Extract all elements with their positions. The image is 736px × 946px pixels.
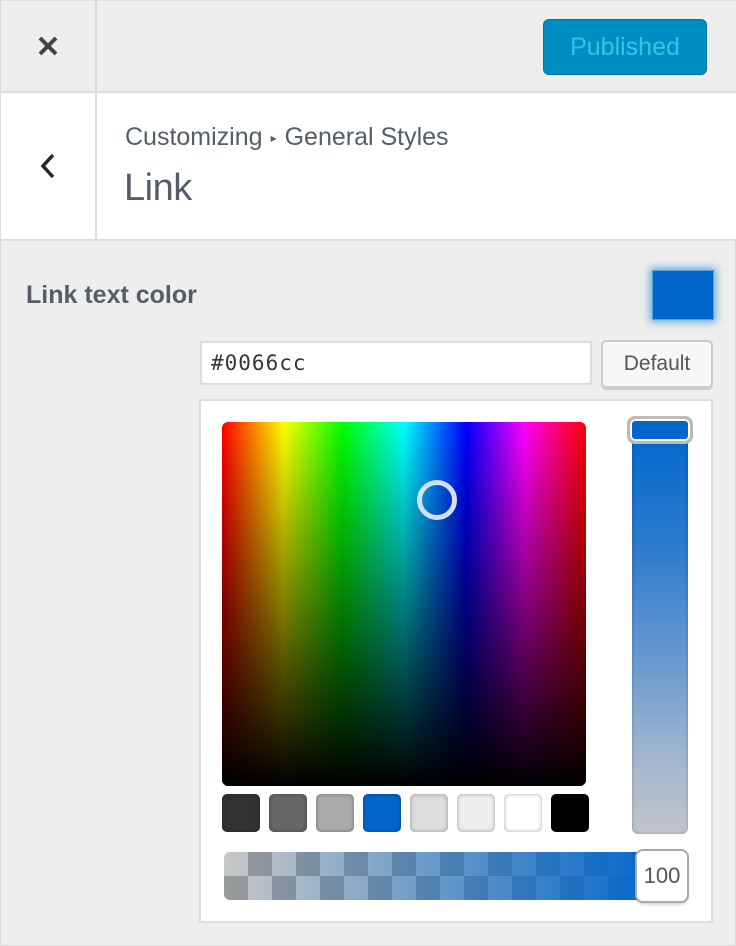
section-title: Link: [124, 167, 192, 209]
saturation-slider-handle[interactable]: [627, 416, 693, 444]
palette-swatch-white[interactable]: [504, 794, 542, 832]
color-spectrum-square[interactable]: [222, 422, 586, 786]
customizer-header: Published: [1, 1, 736, 93]
close-icon: [38, 36, 58, 56]
section-header: Customizing ▸ General Styles Link: [1, 93, 736, 241]
palette-swatch-blue[interactable]: [363, 794, 401, 832]
back-button[interactable]: [1, 93, 97, 239]
chevron-left-icon: [40, 153, 55, 179]
palette-swatch-lighter-gray[interactable]: [410, 794, 448, 832]
breadcrumb-parent: General Styles: [284, 123, 449, 151]
hex-color-input[interactable]: [200, 341, 592, 385]
color-picker-panel: 100: [199, 399, 713, 923]
color-palette: [222, 794, 589, 832]
palette-swatch-near-white[interactable]: [457, 794, 495, 832]
current-color-swatch[interactable]: [653, 271, 713, 319]
palette-swatch-dark-gray[interactable]: [222, 794, 260, 832]
default-button[interactable]: Default: [601, 340, 713, 388]
close-button[interactable]: [1, 1, 97, 91]
alpha-slider[interactable]: [224, 852, 664, 900]
spectrum-handle[interactable]: [417, 480, 457, 520]
alpha-value-handle[interactable]: 100: [635, 849, 689, 903]
palette-swatch-light-gray[interactable]: [316, 794, 354, 832]
published-button[interactable]: Published: [543, 19, 707, 75]
palette-swatch-black[interactable]: [551, 794, 589, 832]
saturation-slider[interactable]: [632, 422, 688, 834]
control-label: Link text color: [26, 281, 197, 309]
breadcrumb-separator-icon: ▸: [270, 130, 277, 145]
breadcrumb-root: Customizing: [125, 123, 263, 151]
breadcrumb: Customizing ▸ General Styles: [125, 123, 449, 152]
palette-swatch-gray[interactable]: [269, 794, 307, 832]
